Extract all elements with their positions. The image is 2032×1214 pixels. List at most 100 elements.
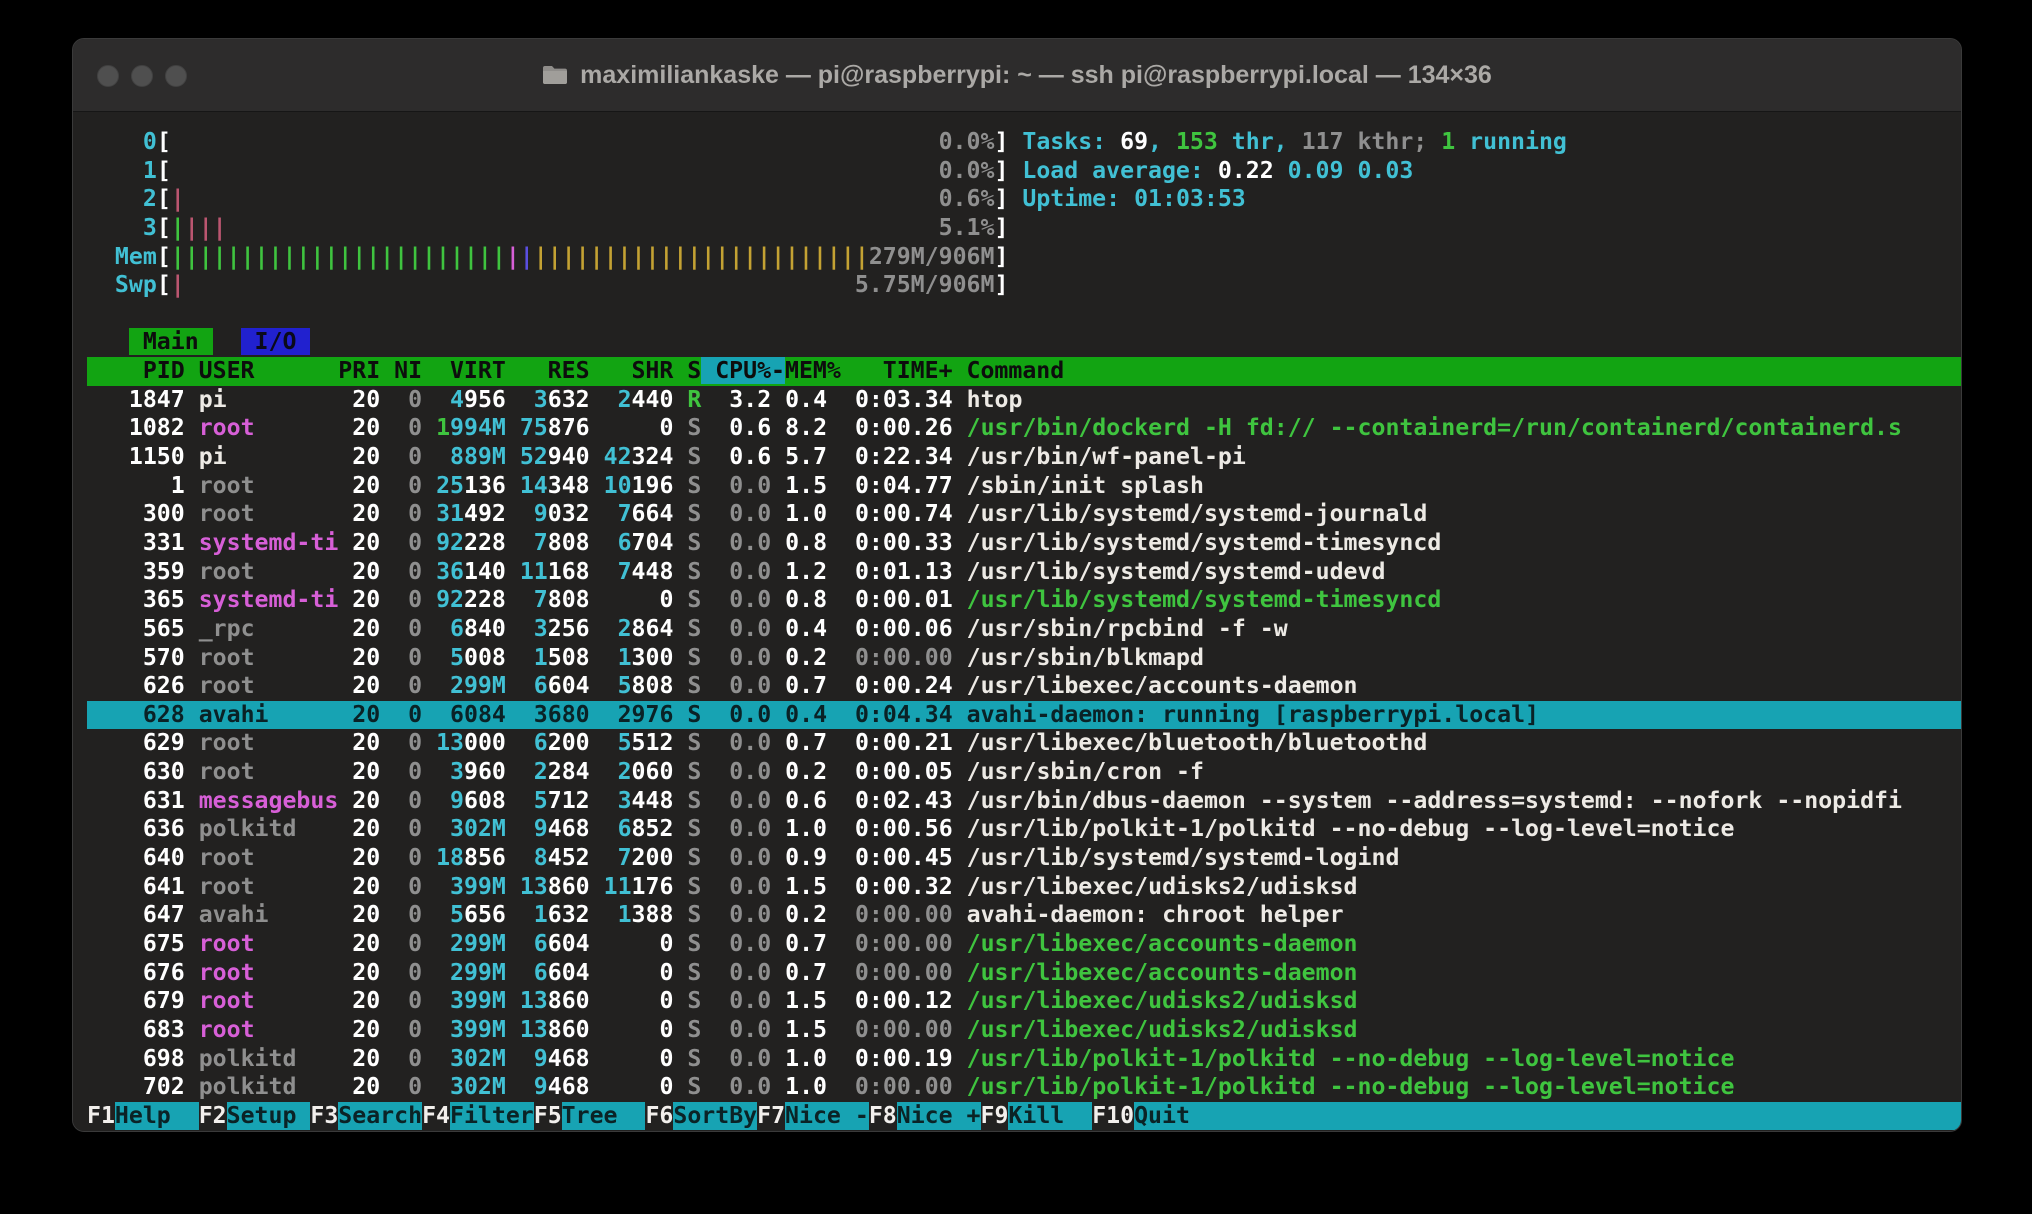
fkey-F8-label[interactable]: Nice +	[897, 1102, 981, 1131]
cpu-percent: 0.0	[701, 787, 771, 814]
shr: 448	[632, 558, 674, 585]
process-row-628[interactable]: 628 avahi 20 0 6084 3680 2976 S 0.0 0.4 …	[87, 701, 1961, 730]
process-row-676[interactable]: 676 root 20 0 299M 6604 0 S 0.0 0.7 0:00…	[87, 959, 1961, 988]
pad	[506, 472, 520, 499]
mem-percent: 0.8	[771, 586, 827, 613]
cpu-percent: 0.0	[701, 930, 771, 957]
shr: 440	[632, 386, 674, 413]
text	[673, 815, 687, 842]
shr: 7	[618, 844, 632, 871]
process-row-640[interactable]: 640 root 20 0 18856 8452 7200 S 0.0 0.9 …	[87, 844, 1961, 873]
fkey-F6[interactable]: F6	[645, 1102, 673, 1131]
shr: 324	[632, 443, 674, 470]
process-row-359[interactable]: 359 root 20 0 36140 11168 7448 S 0.0 1.2…	[87, 558, 1961, 587]
fkey-F5[interactable]: F5	[534, 1102, 562, 1131]
user: _rpc	[199, 615, 339, 642]
text	[185, 1073, 199, 1100]
fkey-F5-label[interactable]: Tree	[562, 1102, 646, 1131]
fkey-F3-label[interactable]: Search	[338, 1102, 422, 1131]
time: 0:00.00	[827, 959, 953, 986]
command: htop	[967, 386, 1023, 413]
fkey-F8[interactable]: F8	[869, 1102, 897, 1131]
process-row-626[interactable]: 626 root 20 0 299M 6604 5808 S 0.0 0.7 0…	[87, 672, 1961, 701]
fkey-F6-label[interactable]: SortBy	[673, 1102, 757, 1131]
process-row-300[interactable]: 300 root 20 0 31492 9032 7664 S 0.0 1.0 …	[87, 500, 1961, 529]
shr: 10	[604, 472, 632, 499]
virt: 399M	[450, 873, 506, 900]
process-row-1847[interactable]: 1847 pi 20 0 4956 3632 2440 R 3.2 0.4 0:…	[87, 386, 1961, 415]
process-row-702[interactable]: 702 polkitd 20 0 302M 9468 0 S 0.0 1.0 0…	[87, 1073, 1961, 1102]
process-row-679[interactable]: 679 root 20 0 399M 13860 0 S 0.0 1.5 0:0…	[87, 987, 1961, 1016]
shr: 808	[632, 672, 674, 699]
res: 7	[534, 586, 548, 613]
pad	[590, 815, 618, 842]
table-header[interactable]: PID USER PRI NI VIRT RES SHR S CPU%-MEM%…	[87, 357, 1961, 386]
pad	[506, 558, 520, 585]
process-row-565[interactable]: 565 _rpc 20 0 6840 3256 2864 S 0.0 0.4 0…	[87, 615, 1961, 644]
shr: 0	[659, 930, 673, 957]
fkey-F3[interactable]: F3	[310, 1102, 338, 1131]
process-row-331[interactable]: 331 systemd-ti 20 0 92228 7808 6704 S 0.…	[87, 529, 1961, 558]
terminal-content[interactable]: 0[ 0.0%] Tasks: 69, 153 thr, 117 kthr; 1…	[73, 112, 1961, 1132]
fkey-F2[interactable]: F2	[199, 1102, 227, 1131]
process-row-683[interactable]: 683 root 20 0 399M 13860 0 S 0.0 1.5 0:0…	[87, 1016, 1961, 1045]
process-row-675[interactable]: 675 root 20 0 299M 6604 0 S 0.0 0.7 0:00…	[87, 930, 1961, 959]
process-row-631[interactable]: 631 messagebus 20 0 9608 5712 3448 S 0.0…	[87, 787, 1961, 816]
fkey-F7[interactable]: F7	[757, 1102, 785, 1131]
tab-io[interactable]: I/O	[241, 328, 311, 355]
text	[185, 472, 199, 499]
header-sort-column-cpu[interactable]: CPU%-	[701, 357, 785, 384]
header-left-columns[interactable]: PID USER PRI NI VIRT RES SHR S	[87, 357, 701, 384]
process-row-636[interactable]: 636 polkitd 20 0 302M 9468 6852 S 0.0 1.…	[87, 815, 1961, 844]
process-row-365[interactable]: 365 systemd-ti 20 0 92228 7808 0 S 0.0 0…	[87, 586, 1961, 615]
shr: 388	[632, 901, 674, 928]
res: 1	[534, 901, 548, 928]
nice: 0	[380, 443, 422, 470]
priority: 20	[338, 1073, 380, 1100]
pad	[422, 672, 450, 699]
nice: 0	[380, 758, 422, 785]
process-row-1082[interactable]: 1082 root 20 0 1994M 75876 0 S 0.6 8.2 0…	[87, 414, 1961, 443]
tasks-summary: Tasks:	[1022, 128, 1120, 155]
text	[185, 787, 199, 814]
text	[185, 500, 199, 527]
meter-label: Mem	[87, 243, 157, 270]
meter-bracket-open: [	[157, 214, 171, 241]
text	[1008, 128, 1022, 155]
fkey-F2-label[interactable]: Setup	[227, 1102, 311, 1131]
process-row-629[interactable]: 629 root 20 0 13000 6200 5512 S 0.0 0.7 …	[87, 729, 1961, 758]
fkey-F1-label[interactable]: Help	[115, 1102, 199, 1131]
fkey-F1[interactable]: F1	[87, 1102, 115, 1131]
process-row-630[interactable]: 630 root 20 0 3960 2284 2060 S 0.0 0.2 0…	[87, 758, 1961, 787]
fkey-F10[interactable]: F10	[1092, 1102, 1134, 1131]
text	[185, 615, 199, 642]
time: 0:00.00	[827, 644, 953, 671]
pad	[506, 529, 534, 556]
fkey-F10-label[interactable]: Quit	[1134, 1102, 1961, 1131]
fkey-F4-label[interactable]: Filter	[450, 1102, 534, 1131]
tab-main[interactable]: Main	[129, 328, 213, 355]
tasks-summary: 117 kthr;	[1302, 128, 1442, 155]
text	[673, 615, 687, 642]
process-row-570[interactable]: 570 root 20 0 5008 1508 1300 S 0.0 0.2 0…	[87, 644, 1961, 673]
process-row-641[interactable]: 641 root 20 0 399M 13860 11176 S 0.0 1.5…	[87, 873, 1961, 902]
user: root	[199, 500, 339, 527]
user: root	[199, 844, 339, 871]
fkey-F7-label[interactable]: Nice -	[785, 1102, 869, 1131]
process-row-1[interactable]: 1 root 20 0 25136 14348 10196 S 0.0 1.5 …	[87, 472, 1961, 501]
process-row-1150[interactable]: 1150 pi 20 0 889M 52940 42324 S 0.6 5.7 …	[87, 443, 1961, 472]
pad	[506, 729, 534, 756]
header-right-columns[interactable]: MEM% TIME+ Command	[785, 357, 1064, 384]
fkey-F4[interactable]: F4	[422, 1102, 450, 1131]
mem-percent: 0.4	[771, 615, 827, 642]
process-row-647[interactable]: 647 avahi 20 0 5656 1632 1388 S 0.0 0.2 …	[87, 901, 1961, 930]
shr: 5	[618, 729, 632, 756]
fkey-F9[interactable]: F9	[981, 1102, 1009, 1131]
user: root	[199, 414, 339, 441]
pad	[506, 987, 520, 1014]
fkey-F9-label[interactable]: Kill	[1008, 1102, 1092, 1131]
virt: 13	[436, 729, 464, 756]
cpu-meter-3: 3[|||| 5.1%]	[87, 214, 1961, 243]
process-row-698[interactable]: 698 polkitd 20 0 302M 9468 0 S 0.0 1.0 0…	[87, 1045, 1961, 1074]
state: S	[687, 987, 701, 1014]
